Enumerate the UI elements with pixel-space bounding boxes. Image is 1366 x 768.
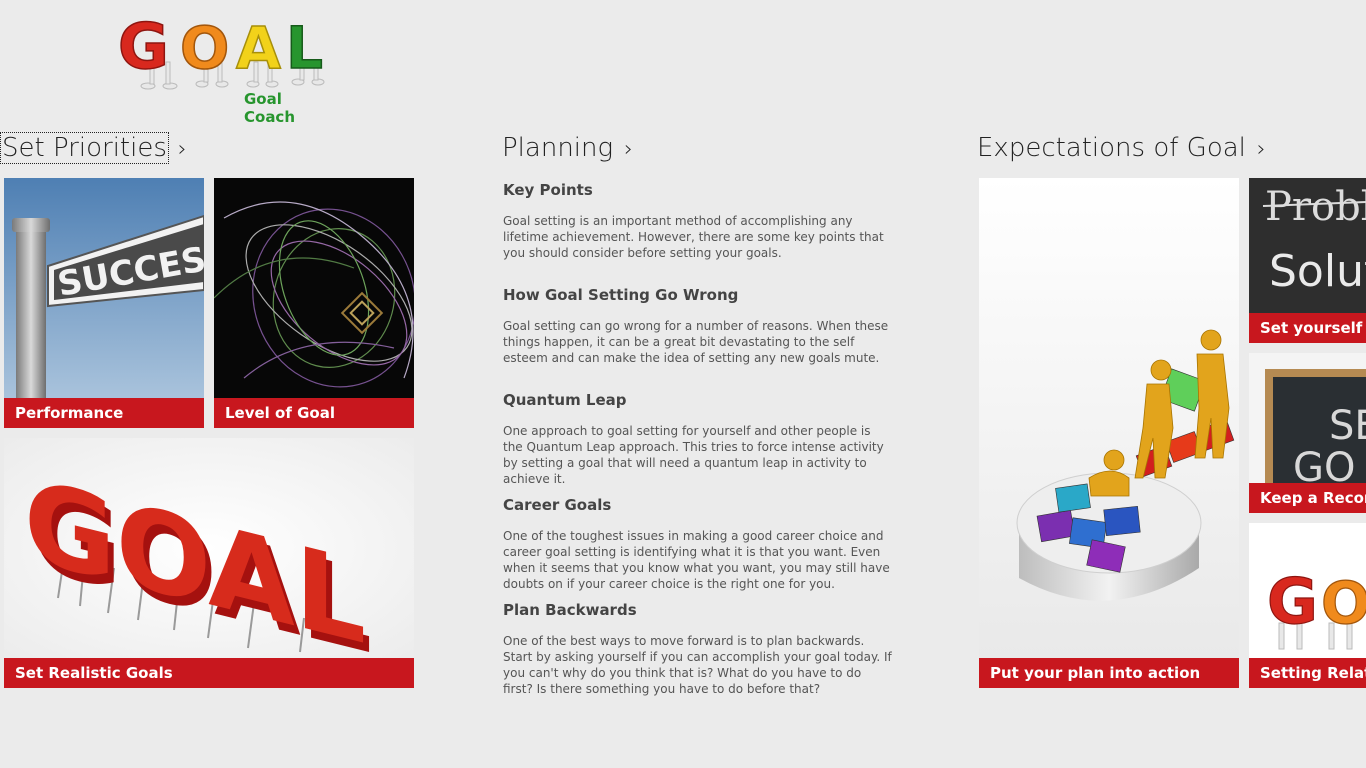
item-heading: Plan Backwards bbox=[503, 601, 637, 619]
tile-caption: Setting Relatio bbox=[1249, 658, 1366, 688]
list-item[interactable]: Quantum Leap One approach to goal settin… bbox=[503, 391, 893, 487]
item-body: Goal setting is an important method of a… bbox=[503, 214, 884, 260]
tile-performance[interactable]: SUCCESS Performance bbox=[4, 178, 204, 428]
list-item[interactable]: Plan Backwards One of the best ways to m… bbox=[503, 601, 893, 697]
logo-subtitle: Goal Coach bbox=[244, 90, 296, 126]
success-sign-image: SUCCESS bbox=[4, 178, 204, 398]
tile-set-yourself-up[interactable]: Problem Solut Set yourself up bbox=[1249, 178, 1366, 343]
svg-text:G: G bbox=[1267, 565, 1318, 638]
item-heading: Quantum Leap bbox=[503, 391, 627, 409]
item-body: Goal setting can go wrong for a number o… bbox=[503, 319, 889, 365]
tile-caption: Keep a Record bbox=[1249, 483, 1366, 513]
tile-caption: Level of Goal bbox=[214, 398, 414, 428]
list-item[interactable]: Key Points Goal setting is an important … bbox=[503, 181, 893, 261]
section-header-planning[interactable]: Planning › bbox=[501, 130, 633, 166]
chalkboard-set-goals-image: SE GO bbox=[1249, 353, 1366, 491]
section-title: Planning bbox=[502, 133, 614, 163]
tile-caption: Put your plan into action bbox=[979, 658, 1239, 688]
item-heading: Career Goals bbox=[503, 496, 612, 514]
board-top-text: SE bbox=[1329, 403, 1366, 449]
item-body: One approach to goal setting for yoursel… bbox=[503, 424, 884, 486]
chevron-right-icon: › bbox=[624, 136, 633, 162]
section-title: Set Priorities bbox=[0, 132, 169, 164]
chevron-right-icon: › bbox=[1256, 136, 1266, 162]
tile-set-realistic-goals[interactable]: GOAL GOAL Set Realistic Goals bbox=[4, 438, 414, 688]
fractal-swirl-image bbox=[214, 178, 414, 398]
tile-caption: Set Realistic Goals bbox=[4, 658, 414, 688]
chalkboard-problem-solution-image: Problem Solut bbox=[1249, 178, 1366, 313]
section-title: Expectations of Goal bbox=[977, 133, 1246, 163]
chevron-right-icon: › bbox=[177, 136, 187, 162]
app-logo: G O A L Goal Coach bbox=[118, 6, 338, 126]
goal-logo-graphic: G O A L bbox=[118, 9, 325, 90]
tile-put-plan-into-action[interactable]: Put your plan into action bbox=[979, 178, 1239, 688]
tile-keep-a-record[interactable]: SE GO Keep a Record bbox=[1249, 353, 1366, 513]
tile-level-of-goal[interactable]: Level of Goal bbox=[214, 178, 414, 428]
item-body: One of the toughest issues in making a g… bbox=[503, 529, 890, 591]
goal-letters-image: GOAL GOAL bbox=[4, 438, 414, 679]
svg-text:O: O bbox=[180, 14, 229, 82]
tile-caption: Set yourself up bbox=[1249, 313, 1366, 343]
item-heading: How Goal Setting Go Wrong bbox=[503, 286, 739, 304]
svg-text:L: L bbox=[286, 14, 323, 82]
svg-text:G: G bbox=[118, 10, 169, 83]
tile-setting-relationships[interactable]: G O Setting Relatio bbox=[1249, 523, 1366, 688]
board-bottom-text: GO bbox=[1293, 445, 1355, 483]
item-body: One of the best ways to move forward is … bbox=[503, 634, 892, 696]
list-item[interactable]: How Goal Setting Go Wrong Goal setting c… bbox=[503, 286, 893, 366]
goal-letters-image: G O bbox=[1249, 523, 1366, 658]
section-header-set-priorities[interactable]: Set Priorities › bbox=[0, 130, 187, 166]
board-bottom-text: Solut bbox=[1269, 246, 1366, 297]
svg-text:O: O bbox=[1321, 569, 1366, 637]
svg-text:A: A bbox=[236, 14, 281, 82]
puzzle-team-image bbox=[979, 178, 1239, 658]
item-heading: Key Points bbox=[503, 181, 593, 199]
list-item[interactable]: Career Goals One of the toughest issues … bbox=[503, 496, 893, 592]
board-top-text: Problem bbox=[1265, 184, 1366, 230]
section-header-expectations[interactable]: Expectations of Goal › bbox=[976, 130, 1266, 166]
tile-caption: Performance bbox=[4, 398, 204, 428]
